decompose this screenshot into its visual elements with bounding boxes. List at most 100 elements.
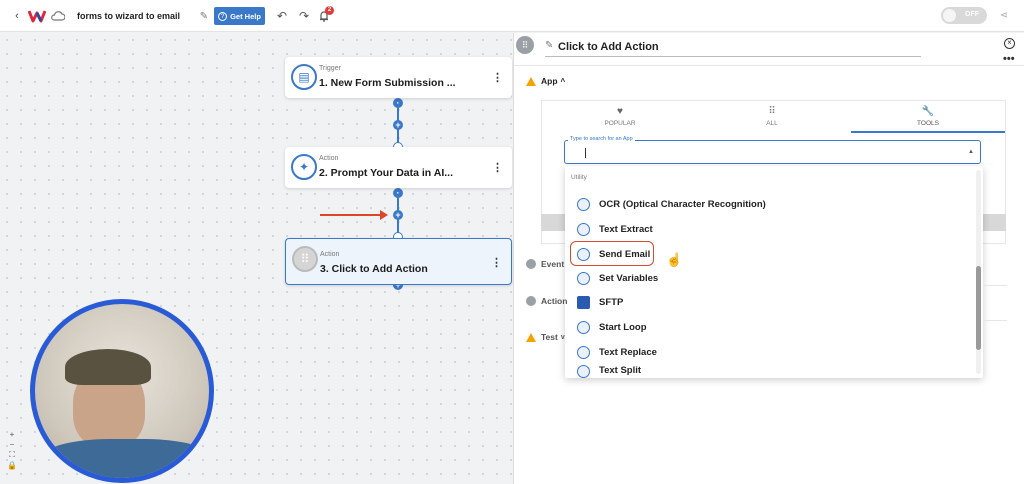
lock-icon[interactable]: 🔒 — [7, 461, 17, 470]
item-label: Text Split — [599, 365, 642, 376]
divider — [983, 320, 1007, 321]
zoom-out-button[interactable]: − — [10, 440, 15, 449]
list-item[interactable]: Start Loop — [577, 317, 647, 337]
chevron-left-icon[interactable]: ‹ — [10, 9, 24, 23]
panel-title[interactable]: Click to Add Action — [558, 41, 659, 53]
node-name: 1. New Form Submission ... — [319, 77, 456, 89]
caret-down-icon[interactable]: ▲ — [968, 149, 974, 155]
zoom-controls: + − ⛶ 🔒 — [6, 430, 18, 478]
text-cursor — [585, 148, 586, 158]
test-section-label: Test — [541, 332, 558, 342]
ocr-icon — [577, 197, 590, 211]
text-extract-icon — [577, 222, 590, 236]
pencil-icon[interactable]: ✎ — [198, 10, 210, 22]
item-label: OCR (Optical Character Recognition) — [599, 198, 766, 210]
grid-icon: ⠿ — [768, 106, 776, 117]
list-item[interactable]: Text Split — [577, 365, 641, 378]
toggle-label: OFF — [965, 11, 979, 18]
event-section-header[interactable]: Event — [526, 259, 564, 269]
tab-popular[interactable]: ♥ POPULAR — [600, 106, 640, 127]
app-section-header[interactable]: App ^ — [526, 76, 565, 86]
list-item[interactable]: OCR (Optical Character Recognition) — [577, 194, 766, 214]
get-help-button[interactable]: ? Get Help — [214, 7, 265, 25]
item-label: Start Loop — [599, 321, 647, 333]
divider — [514, 65, 1024, 66]
selected-action-node[interactable]: ⠿ Action 3. Click to Add Action ⋮ — [285, 238, 512, 285]
node-output-handle[interactable]: · — [393, 98, 403, 108]
tab-label: TOOLS — [917, 120, 939, 127]
node-kind: Action — [320, 251, 340, 258]
notification-badge: 2 — [325, 6, 334, 15]
item-label: Text Extract — [599, 223, 653, 235]
hand-cursor-icon: ☝ — [666, 252, 683, 267]
list-item[interactable]: Text Extract — [577, 219, 653, 239]
trigger-node[interactable]: ▤ Trigger 1. New Form Submission ... ⋮ — [285, 57, 512, 98]
form-icon: ▤ — [291, 64, 317, 90]
folder-icon — [577, 295, 590, 309]
share-icon[interactable]: ⋖ — [998, 9, 1010, 21]
step-circle-icon — [526, 296, 536, 306]
workflow-toggle[interactable]: OFF — [941, 7, 987, 24]
list-item[interactable]: Set Variables — [577, 268, 658, 288]
w-logo-icon[interactable] — [28, 8, 46, 24]
annotation-arrow — [320, 214, 382, 216]
item-label: Set Variables — [599, 272, 659, 284]
chevron-down-icon: v — [560, 333, 565, 341]
app-section-label: App — [541, 76, 558, 86]
heart-icon: ♥ — [617, 106, 623, 117]
get-help-label: Get Help — [230, 11, 261, 21]
fit-view-button[interactable]: ⛶ — [9, 450, 15, 460]
toggle-knob — [943, 9, 956, 22]
list-item[interactable]: SFTP — [577, 292, 623, 312]
presenter-shirt — [35, 439, 209, 478]
app-search-input[interactable]: ▲ — [564, 140, 981, 164]
add-step-button[interactable]: + — [393, 210, 403, 220]
node-kind: Action — [319, 155, 339, 162]
add-step-button[interactable]: + — [393, 120, 403, 130]
item-label: Text Replace — [599, 346, 657, 358]
app-search-label: Type to search for an App — [568, 136, 635, 142]
item-label: SFTP — [599, 296, 624, 308]
grid-icon: ⠿ — [292, 246, 318, 272]
annotation-arrowhead — [380, 210, 388, 220]
close-icon[interactable]: × — [1004, 38, 1015, 49]
action-section-label: Action — [541, 296, 568, 306]
help-icon: ? — [218, 11, 228, 21]
workflow-title[interactable]: forms to wizard to email — [77, 11, 180, 21]
webcam-overlay — [30, 299, 214, 483]
more-horizontal-icon[interactable]: ••• — [1003, 53, 1015, 65]
redo-icon[interactable]: ↷ — [298, 9, 310, 23]
zoom-in-button[interactable]: + — [10, 430, 15, 439]
highlight-box — [570, 241, 654, 266]
cloud-icon — [51, 10, 65, 22]
action-section-header[interactable]: Action — [526, 296, 567, 306]
dropdown-group-label: Utility — [571, 174, 587, 181]
step-circle-icon — [526, 259, 536, 269]
text-replace-icon — [577, 345, 590, 359]
list-item[interactable]: Text Replace — [577, 342, 657, 362]
warning-icon — [526, 76, 536, 86]
event-section-label: Event — [541, 259, 565, 269]
chevron-up-icon: ^ — [560, 76, 566, 86]
more-vertical-icon[interactable]: ⋮ — [491, 256, 502, 269]
node-kind: Trigger — [319, 65, 341, 72]
more-vertical-icon[interactable]: ⋮ — [492, 71, 503, 84]
divider — [983, 285, 1007, 286]
scrollbar-thumb[interactable] — [976, 266, 981, 350]
title-underline — [545, 56, 921, 57]
tab-tools[interactable]: 🔧 TOOLS — [851, 106, 1005, 133]
node-name: 3. Click to Add Action — [320, 263, 428, 275]
undo-icon[interactable]: ↶ — [276, 9, 288, 23]
presenter-cap — [65, 349, 151, 385]
action-node[interactable]: ✦ Action 2. Prompt Your Data in AI... ⋮ — [285, 147, 512, 188]
node-output-handle[interactable]: · — [393, 188, 403, 198]
warning-icon — [526, 332, 536, 342]
top-bar: ‹ forms to wizard to email ✎ ? Get Help … — [0, 0, 1024, 32]
tab-label: ALL — [766, 120, 778, 127]
tab-all[interactable]: ⠿ ALL — [755, 106, 789, 127]
test-section-header[interactable]: Test v — [526, 332, 565, 342]
app-dropdown-list: Utility OCR (Optical Character Recogniti… — [565, 166, 983, 378]
tab-label: POPULAR — [604, 120, 636, 127]
more-vertical-icon[interactable]: ⋮ — [492, 161, 503, 174]
app-placeholder-icon: ⠿ — [516, 36, 534, 54]
